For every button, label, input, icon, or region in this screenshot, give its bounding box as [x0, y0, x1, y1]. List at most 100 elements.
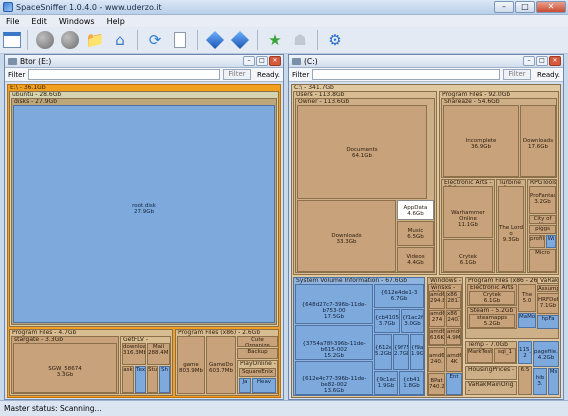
menu-edit[interactable]: Edit: [31, 17, 47, 26]
tile-svi-d[interactable]: {612e4de1-3 6.7Gb: [374, 284, 424, 308]
new-window-icon[interactable]: [3, 32, 21, 48]
right-filter-button[interactable]: Filter: [503, 69, 531, 80]
tile-marktest[interactable]: MarkTest1: [467, 348, 493, 363]
tile-amd-4[interactable]: amd64.9M: [446, 328, 461, 345]
right-panel-close-button[interactable]: ✕: [549, 56, 561, 66]
right-panel-minimize-button[interactable]: –: [523, 56, 535, 66]
tile-hrfdefirst[interactable]: HRFDeFirst7.1Gb: [537, 293, 559, 314]
tile-assumpt[interactable]: Assumpt: [537, 285, 559, 292]
tile-downloads-2[interactable]: Downloads 17.6Gb: [520, 105, 556, 177]
tile-svi-g[interactable]: {612e4d5.2Gb: [374, 334, 392, 370]
blue-cube-icon[interactable]: [229, 29, 251, 51]
minimize-button[interactable]: –: [494, 1, 514, 13]
green-star-icon[interactable]: ★: [264, 29, 286, 51]
tile-profantasy[interactable]: ProFantas 3.2Gb: [529, 186, 556, 214]
left-panel-minimize-button[interactable]: –: [243, 56, 255, 66]
amd2-size: 274: [431, 317, 443, 323]
tile-sql[interactable]: sql_1: [494, 348, 516, 363]
tile-amd-6[interactable]: amd6 4K: [446, 347, 462, 372]
tile-cute-organize[interactable]: Cute Organize: [237, 336, 278, 347]
left-panel-close-button[interactable]: ✕: [269, 56, 281, 66]
tile-housingprices[interactable]: HousingPrices -: [465, 366, 517, 380]
tile-squareenix[interactable]: SquareEnix: [239, 368, 276, 377]
tile-documents[interactable]: Documents 64.1Gb: [297, 105, 427, 199]
close-button[interactable]: ✕: [536, 1, 566, 13]
tile-crytek-2[interactable]: Crytek 6.1Gb: [469, 291, 515, 305]
tile-the[interactable]: The 5.0: [518, 284, 536, 312]
tile-tex[interactable]: Tex: [135, 366, 146, 393]
document-icon[interactable]: [169, 29, 191, 51]
tile-gamedo[interactable]: GameDo 603.7Mb: [206, 336, 236, 394]
tile-wi[interactable]: Wi: [546, 235, 556, 248]
tile-mamo[interactable]: MaMo: [518, 313, 536, 328]
tile-steamapps[interactable]: steamapps 5.2Gb: [469, 314, 515, 328]
tile-ask[interactable]: ask: [122, 366, 134, 393]
tile-city-of-heroes[interactable]: City of He: [529, 215, 556, 224]
tile-x86-2[interactable]: x86_ 240.: [446, 310, 461, 327]
tile-downloads[interactable]: Downloads 33.3Gb: [297, 200, 396, 272]
tile-pagefile[interactable]: pagefile.s 4.2Gb: [533, 341, 559, 367]
gray-circle-icon[interactable]: [59, 29, 81, 51]
tile-sh[interactable]: Sh: [159, 366, 170, 393]
tile-svi-f[interactable]: {f1ac2f 3.0Gb: [401, 309, 424, 333]
tile-warhammer[interactable]: Warhammer Online 11.1Gb: [443, 186, 493, 238]
svi-e-size: 3.7Gb: [378, 321, 396, 327]
tile-profile[interactable]: profile: [529, 235, 545, 248]
tile-bpat[interactable]: BPat 740.2: [428, 373, 445, 395]
tile-videos[interactable]: Videos 4.4Gb: [397, 247, 434, 272]
tile-6-5[interactable]: 6.5: [518, 366, 532, 395]
tile-svi-k[interactable]: {cb41 1.8Gb: [399, 371, 424, 395]
right-panel-maximize-button[interactable]: □: [536, 56, 548, 66]
tile-music[interactable]: Music 6.5Gb: [397, 221, 434, 246]
left-panel-maximize-button[interactable]: □: [256, 56, 268, 66]
tile-hpfa[interactable]: hpFa: [537, 315, 559, 329]
tile-hib[interactable]: hib 3.: [533, 368, 547, 395]
tile-svi-e[interactable]: {cb4105303.7Gb: [374, 309, 400, 333]
tile-svi-b[interactable]: {3754a78f-396b-11de-b615-002 15.2Gb: [295, 325, 373, 360]
tile-game[interactable]: game 803.9Mb: [177, 336, 205, 394]
tile-ja[interactable]: Ja: [239, 378, 251, 393]
tile-lord[interactable]: The Lord o 9.3Gb: [498, 186, 524, 272]
maximize-button[interactable]: □: [515, 1, 535, 13]
tile-ent[interactable]: Ent: [446, 373, 462, 395]
tile-svi-a[interactable]: {648d27c7-396b-11de-b753-00 17.5Gb: [295, 284, 373, 324]
tile-svi-c[interactable]: {612e4c77-396b-11de-be82-002 13.6Gb: [295, 361, 373, 395]
tile-amd-1[interactable]: amd6 294.8: [429, 291, 445, 309]
tile-download[interactable]: download316.3Mb: [122, 343, 146, 365]
tile-varakmain[interactable]: VaRakMain: [537, 277, 559, 284]
tile-varakmainorig[interactable]: VaRakMainOrig -: [465, 381, 517, 395]
blue-cube-icon[interactable]: [204, 29, 226, 51]
tile-svi-j[interactable]: {9c1ac 1.9Gb: [374, 371, 398, 395]
settings-gear-icon[interactable]: ⚙: [324, 29, 346, 51]
tile-svi-i[interactable]: {f9a31.9Gb: [410, 334, 424, 370]
menu-file[interactable]: File: [6, 17, 19, 26]
tile-appdata[interactable]: AppData 4.6Gb: [397, 200, 434, 220]
left-filter-input[interactable]: [28, 69, 220, 80]
gray-circle-icon[interactable]: [34, 29, 56, 51]
home-icon[interactable]: ⌂: [109, 29, 131, 51]
tile-sgw[interactable]: SGW_58674 3.3Gb: [13, 343, 117, 393]
tile-incomplete[interactable]: Incomplete 36.9Gb: [443, 105, 519, 177]
tile-115[interactable]: 115_02: [518, 341, 532, 364]
menu-windows[interactable]: Windows: [59, 17, 95, 26]
folder-icon[interactable]: 📁: [84, 29, 106, 51]
menu-help[interactable]: Help: [107, 17, 125, 26]
tile-ms[interactable]: Ms: [548, 368, 559, 395]
left-filter-button[interactable]: Filter: [223, 69, 251, 80]
tile-crytek[interactable]: Crytek 6.1Gb: [443, 239, 493, 272]
tile-heav[interactable]: Heav: [252, 378, 276, 393]
tile-mail[interactable]: Mail 288.4Mb: [147, 343, 170, 365]
tile-svi-h[interactable]: {9f75a2.7Gb: [393, 334, 409, 370]
right-filter-input[interactable]: [312, 69, 500, 80]
ghost-icon[interactable]: ☗: [289, 29, 311, 51]
tile-x86-1[interactable]: x86_ 281.: [446, 291, 461, 309]
tile-amd-3[interactable]: amd6 616K: [429, 328, 445, 345]
tile-piggs[interactable]: piggs: [529, 225, 556, 234]
tile-stu[interactable]: Stu: [147, 366, 158, 393]
tile-backup[interactable]: Backup: [237, 348, 278, 359]
refresh-icon[interactable]: ⟳: [144, 29, 166, 51]
tile-amd-5[interactable]: amd6 240.: [428, 347, 445, 372]
tile-amd-2[interactable]: amd6 274: [429, 310, 445, 327]
tile-root-disk[interactable]: root.disk 27.9Gb: [13, 105, 275, 323]
tile-micro[interactable]: Micro: [529, 249, 556, 272]
